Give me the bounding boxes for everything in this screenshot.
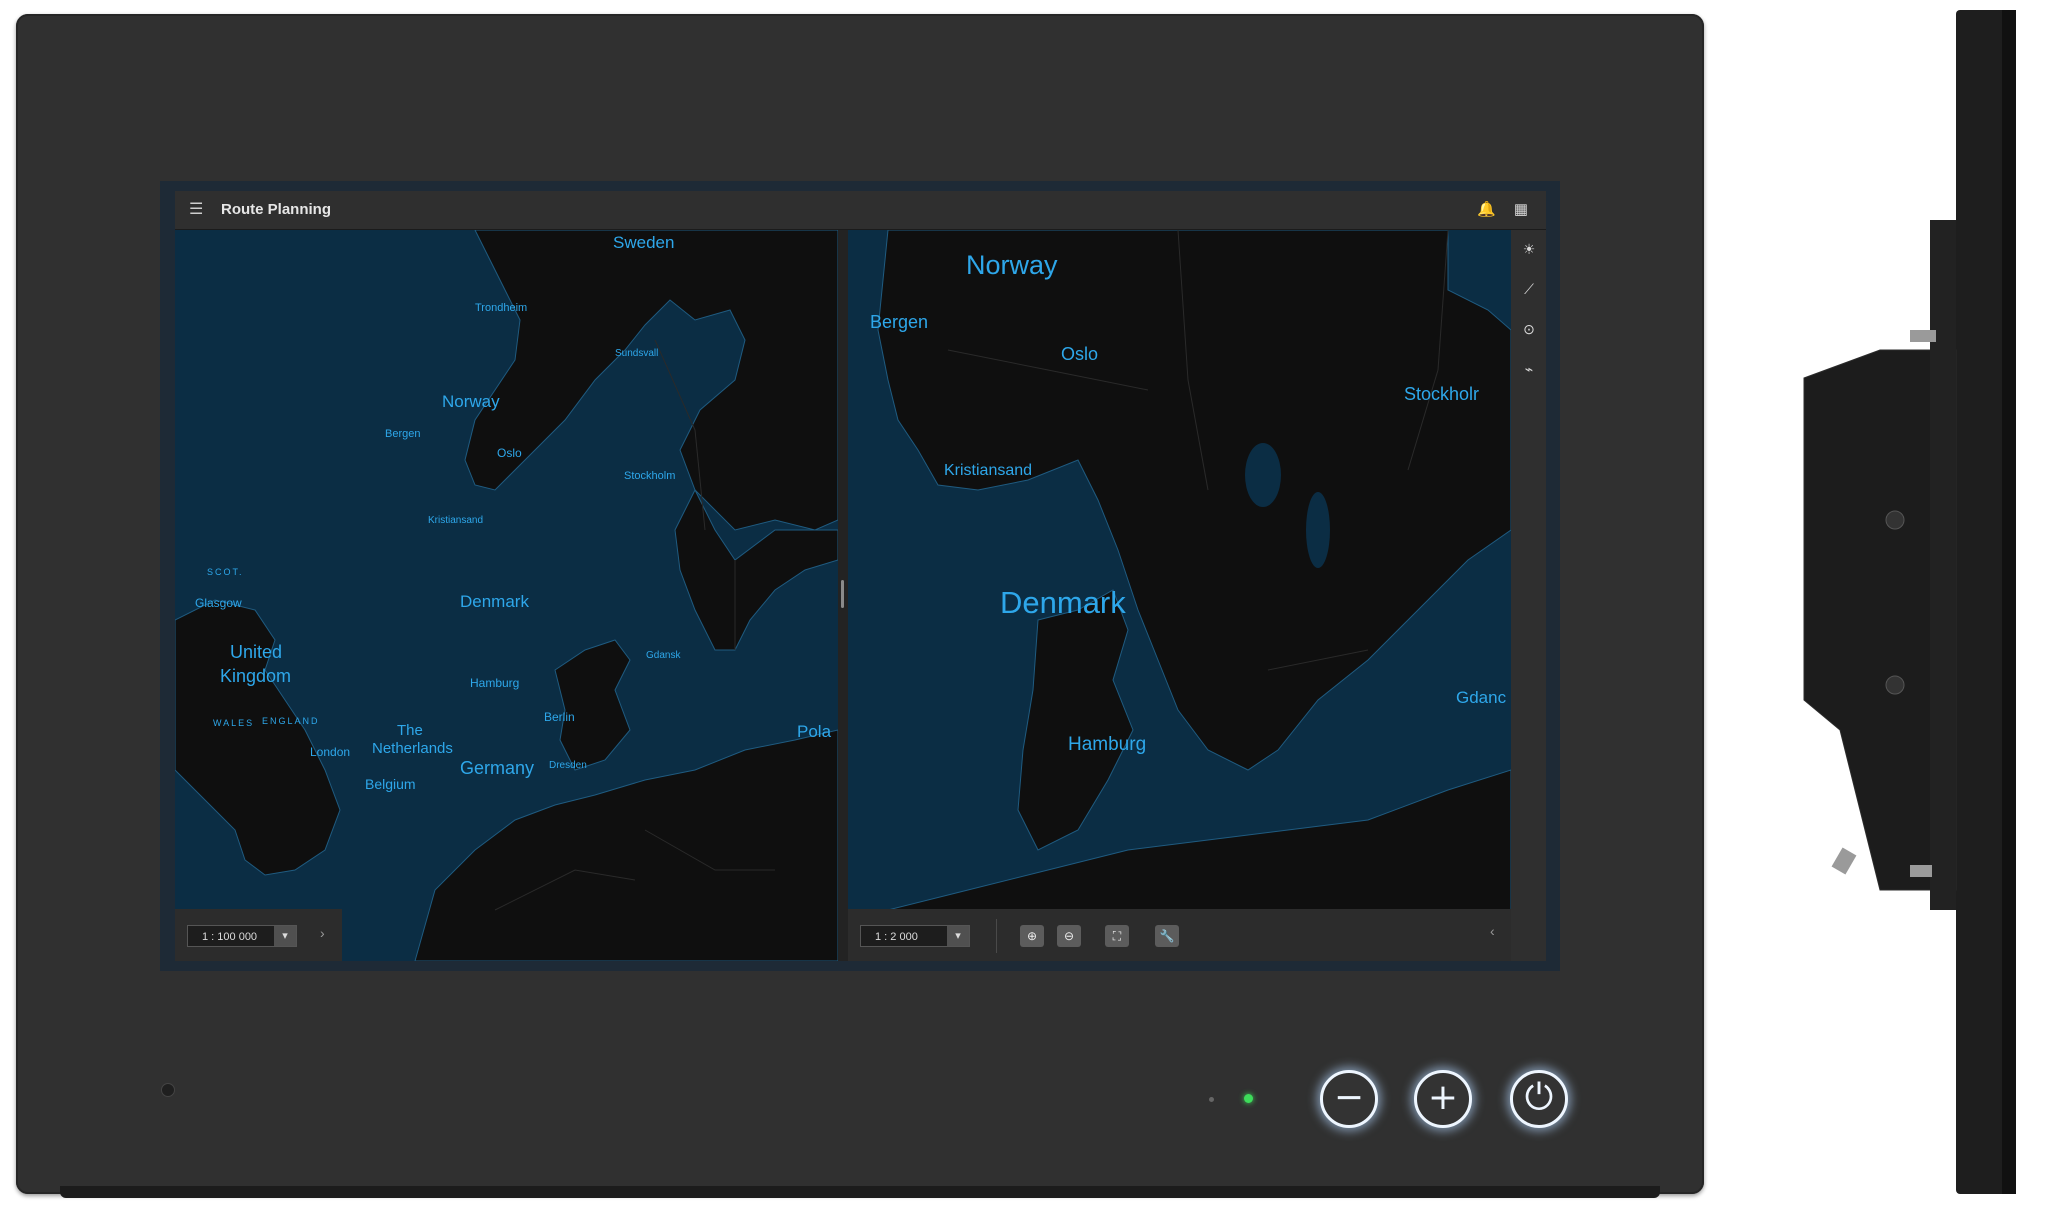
map-label-germany: Germany [460, 758, 535, 778]
power-led [1244, 1094, 1253, 1103]
zoom-in-button[interactable]: ⊕ [1020, 925, 1044, 947]
map-label-stockholm: Stockholm [624, 470, 676, 482]
map-label-gdansk-right: Gdanc [1456, 688, 1507, 707]
map-label-glasgow: Glasgow [195, 596, 242, 610]
chart-icon[interactable]: ⌁ [1520, 360, 1538, 378]
scale-value-right: 1 : 2 000 [875, 931, 918, 943]
screen: ☰ Route Planning 🔔 ▦ Sweden Trondheim Su… [175, 191, 1546, 961]
map-pane-right[interactable]: Norway Bergen Oslo Stockholr Kristiansan… [848, 230, 1511, 961]
divider-grip-handle[interactable] [841, 580, 844, 608]
map-label-wales: WALES [213, 718, 255, 728]
map-label-gdansk: Gdansk [646, 650, 681, 661]
scale-value-left: 1 : 100 000 [202, 931, 258, 943]
monitor-bottom-edge [60, 1186, 1660, 1198]
brightness-up-button[interactable]: + [1414, 1070, 1472, 1128]
map-label-bergen-right: Bergen [870, 312, 929, 332]
bell-icon[interactable]: 🔔 [1477, 200, 1496, 218]
map-label-pola: Pola [797, 722, 832, 741]
map-label-london: London [310, 745, 351, 759]
map-label-trondheim: Trondheim [475, 302, 528, 314]
page-title: Route Planning [221, 201, 331, 218]
map-label-stockholm-right: Stockholr [1404, 384, 1480, 404]
map-label-dresden: Dresden [549, 760, 587, 771]
map-label-kingdom: Kingdom [220, 666, 292, 686]
chevron-down-icon[interactable]: ▾ [274, 926, 296, 946]
map-label-belgium: Belgium [365, 776, 416, 792]
map-label-denmark-right: Denmark [1000, 585, 1126, 620]
app-bar: ☰ Route Planning 🔔 ▦ [175, 191, 1546, 230]
zoom-out-button[interactable]: ⊖ [1057, 925, 1081, 947]
map-label-kristiansand-right: Kristiansand [944, 462, 1033, 479]
split-divider[interactable] [838, 230, 848, 961]
toolbar-separator [996, 919, 997, 953]
power-button[interactable]: ⏻ [1510, 1070, 1568, 1128]
right-sidebar: ☀ ⟋ ⊙ ⌁ [1511, 230, 1546, 961]
indicator-dot [1209, 1097, 1214, 1102]
map-pane-left[interactable]: Sweden Trondheim Sundsvall Norway Bergen… [175, 230, 838, 961]
map-label-berlin: Berlin [544, 710, 575, 724]
map-label-denmark: Denmark [460, 592, 529, 611]
tools-wrench-button[interactable]: 🔧 [1155, 925, 1179, 947]
map-label-scot: SCOT. [207, 567, 244, 577]
map-label-united: United [230, 642, 283, 662]
map-label-sundsvall: Sundsvall [615, 348, 659, 359]
map-label-norway: Norway [442, 392, 500, 411]
ambient-light-sensor [161, 1083, 175, 1097]
brightness-down-button[interactable]: − [1320, 1070, 1378, 1128]
map-label-england: ENGLAND [262, 716, 320, 726]
map-left-toolbar: 1 : 100 000 ▾ › [175, 909, 342, 961]
map-right-toolbar: 1 : 2 000 ▾ ⊕ ⊖ ⛶ 🔧 ‹ [848, 909, 1511, 961]
map-label-hamburg-right: Hamburg [1068, 734, 1147, 755]
map-label-norway-right: Norway [966, 250, 1058, 280]
chevron-right-icon[interactable]: › [320, 925, 325, 941]
map-label-hamburg: Hamburg [470, 676, 520, 690]
chevron-down-icon[interactable]: ▾ [947, 926, 969, 946]
map-label-bergen: Bergen [385, 428, 421, 440]
map-label-sweden: Sweden [613, 233, 675, 252]
map-label-kristiansand: Kristiansand [428, 515, 484, 526]
map-right-canvas[interactable] [848, 230, 1511, 961]
scale-select-right[interactable]: 1 : 2 000 ▾ [860, 925, 970, 947]
monitor-side-view [1803, 10, 2016, 1194]
target-icon[interactable]: ⊙ [1520, 320, 1538, 338]
scale-select-left[interactable]: 1 : 100 000 ▾ [187, 925, 297, 947]
apps-grid-icon[interactable]: ▦ [1514, 200, 1528, 218]
trend-line-icon[interactable]: ⟋ [1520, 280, 1538, 298]
map-label-netherlands: Netherlands [372, 740, 453, 757]
map-label-the: The [397, 722, 423, 739]
fit-extent-button[interactable]: ⛶ [1105, 925, 1129, 947]
map-label-oslo: Oslo [497, 446, 522, 460]
weather-icon[interactable]: ☀ [1520, 240, 1538, 258]
chevron-left-icon[interactable]: ‹ [1490, 923, 1495, 939]
map-label-oslo-right: Oslo [1061, 344, 1099, 364]
menu-icon[interactable]: ☰ [189, 202, 205, 218]
